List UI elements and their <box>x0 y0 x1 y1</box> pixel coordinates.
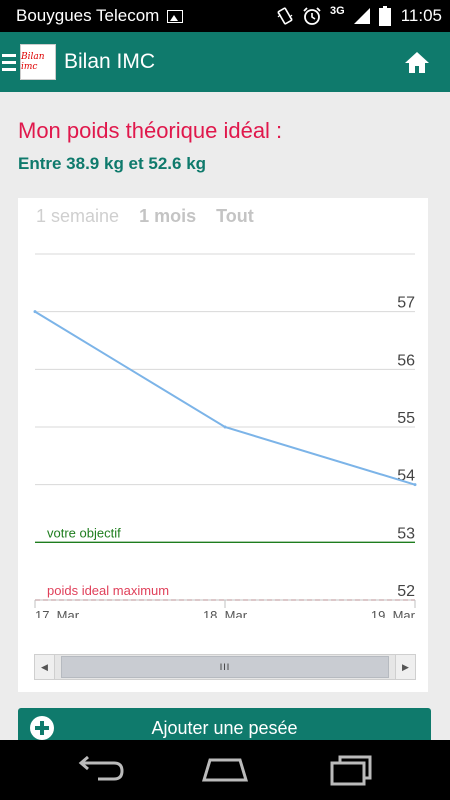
add-weighing-label: Ajouter une pesée <box>151 718 298 738</box>
chart-card: 52 53 54 55 56 57 votre objectif poids ideal ma… <box>18 198 428 692</box>
range-week-button[interactable]: 1 semaine <box>36 206 119 227</box>
ideal-weight-range: Entre 38.9 kg et 52.6 kg <box>18 154 207 173</box>
back-icon[interactable] <box>76 754 126 786</box>
x-tick-label: 18. Mar <box>203 608 248 618</box>
app-logo[interactable]: Bilan imc <box>20 44 56 80</box>
y-tick-label: 57 <box>397 295 415 312</box>
battery-icon <box>378 6 391 26</box>
y-tick-label: 55 <box>397 410 415 427</box>
range-all-button[interactable]: Tout <box>216 206 254 227</box>
y-tick-label: 52 <box>397 583 415 600</box>
scroll-right-icon[interactable]: ▶ <box>395 655 415 679</box>
app-title: Bilan IMC <box>64 50 156 73</box>
app-bar: Bilan imc Bilan IMC <box>0 32 450 92</box>
home-nav-icon[interactable] <box>200 754 250 786</box>
main-content: Mon poids théorique idéal : Entre 38.9 k… <box>0 92 450 756</box>
page-title: Mon poids théorique idéal : <box>18 118 283 143</box>
alarm-icon <box>303 7 321 25</box>
status-bar: Bouygues Telecom 3G 11:05 <box>0 0 450 32</box>
clock: 11:05 <box>400 6 442 25</box>
carrier-name: Bouygues Telecom <box>16 6 160 25</box>
y-tick-label: 53 <box>397 525 415 542</box>
ideal-max-label: poids ideal maximum <box>47 583 169 598</box>
data-point <box>33 310 37 314</box>
range-selector: 1 semaine 1 mois Tout <box>36 206 254 227</box>
signal-icon <box>353 8 370 24</box>
weight-series-line <box>34 310 416 486</box>
range-month-button[interactable]: 1 mois <box>139 206 196 227</box>
network-type: 3G <box>330 5 345 17</box>
recent-apps-icon[interactable] <box>326 754 376 786</box>
y-tick-label: 56 <box>397 352 415 369</box>
scroll-left-icon[interactable]: ◀ <box>35 655 55 679</box>
chart-scrollbar[interactable]: ◀ III ▶ <box>34 654 416 680</box>
vibrate-icon <box>277 7 293 25</box>
image-icon <box>167 9 184 23</box>
scrollbar-thumb[interactable]: III <box>61 656 389 678</box>
data-point <box>413 483 417 487</box>
home-icon[interactable] <box>404 50 430 74</box>
x-tick-label: 17. Mar <box>35 608 80 618</box>
data-point <box>223 425 227 429</box>
menu-icon[interactable] <box>2 53 16 71</box>
objective-label: votre objectif <box>47 525 121 540</box>
x-tick-label: 19. Mar <box>371 608 416 618</box>
weight-chart: 525354555657votre objectifpoids ideal ma… <box>33 253 417 618</box>
system-nav-bar <box>0 740 450 800</box>
